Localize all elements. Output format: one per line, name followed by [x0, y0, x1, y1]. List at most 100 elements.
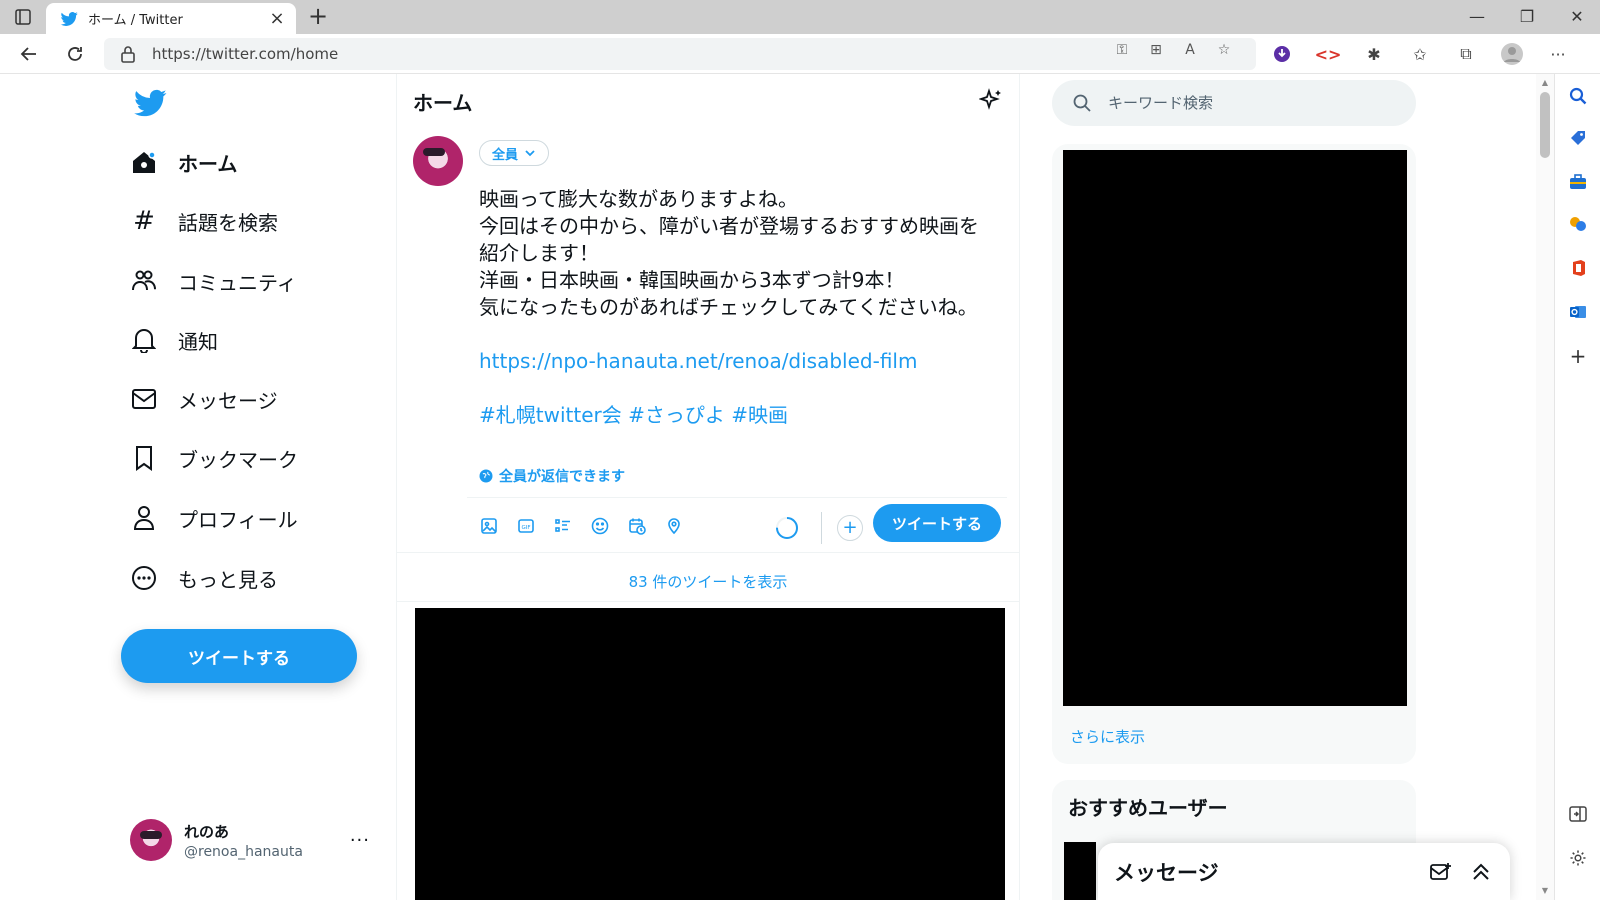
messages-drawer-title: メッセージ	[1114, 860, 1219, 885]
favorite-add-icon[interactable]: ☆	[1214, 40, 1234, 60]
main-timeline: ホーム 全員 映画って膨大な数がありますよね。 今回はその中から、障がい者が登場…	[396, 74, 1020, 900]
compose-avatar[interactable]	[413, 136, 463, 186]
scroll-down-icon[interactable]: ▼	[1540, 886, 1550, 896]
messages-drawer[interactable]: メッセージ	[1098, 843, 1510, 900]
address-bar: https://twitter.com/home ⚿ ⊞ A ☆ <> ✱ ✩ …	[0, 34, 1600, 74]
games-icon[interactable]	[1566, 212, 1590, 236]
audience-selector[interactable]: 全員	[479, 140, 550, 166]
search-bar[interactable]	[1052, 80, 1416, 126]
compose-hashtags[interactable]: #札幌twitter会 #さっぴよ #映画	[479, 402, 1009, 429]
nav-item-messages[interactable]: メッセージ	[130, 379, 278, 419]
back-icon[interactable]	[14, 40, 44, 68]
compose-line: 映画って膨大な数がありますよね。	[479, 187, 798, 211]
minimize-icon[interactable]: —	[1454, 4, 1500, 30]
tweet-button[interactable]: ツイートする	[121, 629, 357, 683]
account-switcher[interactable]: れのあ @renoa_hanauta ···	[130, 815, 370, 865]
communities-icon	[130, 267, 158, 295]
twitter-logo-icon[interactable]	[132, 86, 168, 120]
browser-tab-bar: ホーム / Twitter × + — ❐ ✕	[0, 0, 1600, 34]
twitter-favicon-icon	[60, 11, 78, 26]
favorites-icon[interactable]: ✩	[1406, 40, 1434, 68]
office-icon[interactable]	[1566, 256, 1590, 280]
key-icon[interactable]: ⚿	[1112, 40, 1132, 60]
nav-label-messages: メッセージ	[178, 388, 278, 413]
nav-label-notifications: 通知	[178, 329, 218, 354]
new-message-icon[interactable]	[1428, 859, 1454, 885]
url-input[interactable]: https://twitter.com/home	[104, 38, 1256, 70]
edge-sidebar: +	[1554, 74, 1600, 900]
poll-icon[interactable]	[553, 516, 573, 536]
trends-media[interactable]	[1063, 150, 1407, 706]
code-extension-icon[interactable]: <>	[1314, 40, 1342, 68]
compose-link[interactable]: https://npo-hanauta.net/renoa/disabled-f…	[479, 348, 1009, 375]
chevron-down-icon	[525, 150, 535, 157]
avatar	[130, 819, 172, 861]
nav-label-communities: コミュニティ	[178, 270, 297, 295]
scrollbar-thumb[interactable]	[1540, 92, 1550, 158]
add-tweet-icon[interactable]: +	[837, 515, 863, 541]
tweet-media[interactable]	[415, 608, 1005, 900]
download-extension-icon[interactable]	[1268, 40, 1296, 68]
read-aloud-icon[interactable]: A	[1180, 40, 1200, 60]
shopping-tag-icon[interactable]	[1566, 126, 1590, 150]
new-tab-icon[interactable]: +	[305, 4, 331, 30]
bookmark-icon	[130, 444, 158, 472]
character-count-ring	[776, 517, 798, 539]
compose-tweet-button[interactable]: ツイートする	[873, 504, 1001, 542]
settings-gear-icon[interactable]	[1566, 846, 1590, 870]
show-more-link[interactable]: さらに表示	[1070, 726, 1145, 747]
nav-item-notifications[interactable]: 通知	[130, 320, 218, 360]
image-icon[interactable]	[479, 516, 499, 536]
page-title: ホーム	[413, 91, 473, 115]
add-icon[interactable]: +	[1566, 344, 1590, 368]
nav-label-profile: プロフィール	[178, 507, 298, 532]
app-icon[interactable]: ⊞	[1146, 40, 1166, 60]
restore-icon[interactable]: ❐	[1504, 4, 1550, 30]
tab-title: ホーム / Twitter	[88, 13, 183, 28]
sidebar-collapse-icon[interactable]	[1566, 802, 1590, 826]
refresh-icon[interactable]	[60, 40, 90, 68]
account-more-icon[interactable]: ···	[350, 830, 370, 851]
nav-item-profile[interactable]: プロフィール	[130, 498, 298, 538]
scrollbar[interactable]: ▲ ▼	[1536, 74, 1554, 900]
tweet-compose-textarea[interactable]: 映画って膨大な数がありますよね。 今回はその中から、障がい者が登場するおすすめ映…	[479, 186, 1009, 429]
chevron-up-double-icon[interactable]	[1468, 859, 1494, 885]
sparkle-icon[interactable]	[979, 88, 1003, 112]
audience-label: 全員	[492, 147, 519, 163]
close-tab-icon[interactable]: ×	[268, 8, 286, 29]
scroll-up-icon[interactable]: ▲	[1540, 78, 1550, 88]
browser-menu-icon[interactable]: ···	[1544, 40, 1572, 68]
nav-item-communities[interactable]: コミュニティ	[130, 261, 297, 301]
tab-actions-icon[interactable]	[10, 5, 36, 29]
lock-icon	[121, 46, 135, 63]
nav-label-explore: 話題を検索	[178, 210, 278, 235]
who-to-follow-title: おすすめユーザー	[1068, 796, 1228, 820]
extensions-icon[interactable]: ✱	[1360, 40, 1388, 68]
nav-item-home[interactable]: ホーム	[130, 142, 237, 182]
svg-text:GIF: GIF	[521, 525, 530, 531]
nav-item-bookmarks[interactable]: ブックマーク	[130, 438, 298, 478]
nav-item-more[interactable]: もっと見る	[130, 558, 278, 598]
browser-tab-twitter[interactable]: ホーム / Twitter ×	[46, 3, 296, 34]
search-icon[interactable]	[1566, 84, 1590, 108]
globe-icon	[479, 469, 493, 483]
reply-setting[interactable]: 全員が返信できます	[479, 466, 625, 486]
show-new-tweets-link[interactable]: 83 件のツイートを表示	[397, 562, 1019, 602]
schedule-icon[interactable]	[627, 516, 647, 536]
search-input[interactable]	[1108, 94, 1368, 112]
outlook-icon[interactable]	[1566, 300, 1590, 324]
profile-icon[interactable]	[1498, 40, 1526, 68]
divider	[397, 552, 1019, 553]
emoji-icon[interactable]	[590, 516, 610, 536]
collections-icon[interactable]: ⧉	[1452, 40, 1480, 68]
close-window-icon[interactable]: ✕	[1554, 4, 1600, 30]
nav-item-explore[interactable]: # 話題を検索	[130, 201, 278, 241]
location-icon[interactable]	[664, 516, 684, 536]
gif-icon[interactable]: GIF	[516, 516, 536, 536]
toolbox-icon[interactable]	[1566, 170, 1590, 194]
divider	[467, 497, 1007, 498]
bell-icon	[130, 326, 158, 354]
avatar[interactable]	[1064, 842, 1096, 900]
nav-label-more: もっと見る	[178, 567, 278, 592]
compose-toolbar: GIF	[479, 516, 684, 536]
